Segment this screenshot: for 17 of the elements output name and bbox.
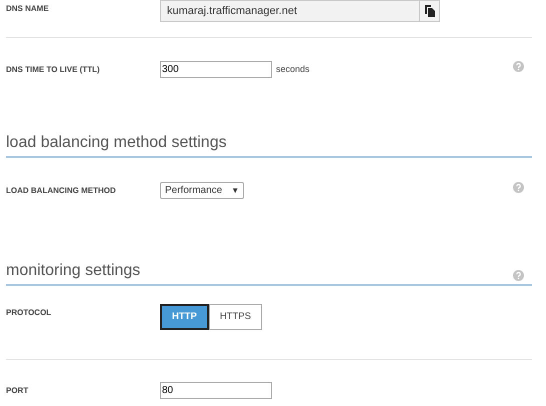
dropdown[interactable]: Performance ▼: [160, 182, 244, 199]
text-input[interactable]: 300: [160, 61, 272, 78]
unit-label: seconds: [276, 62, 310, 76]
field-label: LOAD BALANCING METHOD: [6, 185, 117, 197]
field-label: PORT: [6, 385, 30, 397]
field-label: DNS NAME: [6, 3, 50, 15]
help-icon[interactable]: [513, 182, 524, 193]
section-title: monitoring settings: [6, 261, 140, 281]
section-title: load balancing method settings: [6, 133, 227, 153]
readonly-field[interactable]: kumaraj.trafficmanager.net: [160, 0, 440, 22]
field-label: PROTOCOL: [6, 307, 52, 319]
copy-icon: [424, 5, 434, 17]
help-icon[interactable]: [513, 61, 524, 72]
toggle-button[interactable]: HTTPS: [208, 304, 262, 330]
field-label: DNS TIME TO LIVE (TTL): [6, 64, 101, 76]
text-input[interactable]: 80: [160, 382, 272, 399]
help-icon[interactable]: [513, 270, 524, 281]
